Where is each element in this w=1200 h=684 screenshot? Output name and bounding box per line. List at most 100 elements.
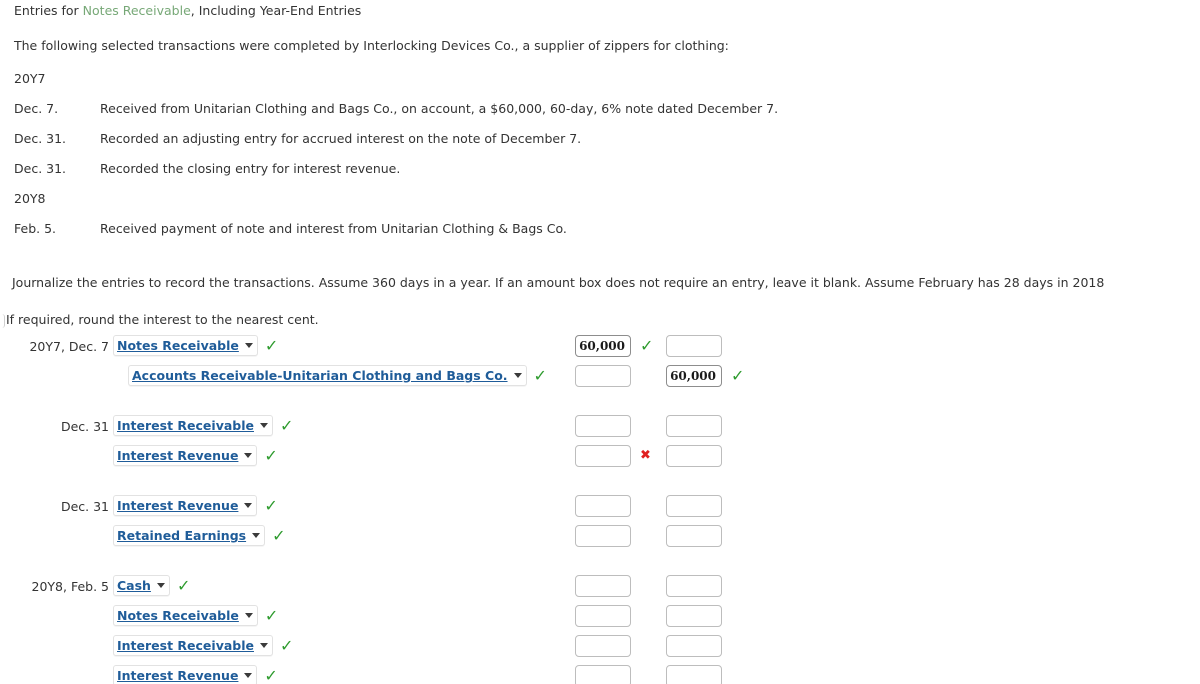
chevron-down-icon	[252, 533, 261, 538]
journal-entry-date: Dec. 31	[60, 419, 109, 434]
account-select[interactable]: Interest Revenue	[113, 445, 258, 466]
account-select-label: Interest Revenue	[117, 498, 239, 513]
transaction-date: Dec. 31.	[14, 131, 67, 146]
chevron-down-icon	[259, 643, 268, 648]
account-correct-check-icon: ✓	[176, 576, 191, 595]
account-select[interactable]: Notes Receivable	[113, 335, 258, 356]
chevron-down-icon	[244, 613, 253, 618]
problem-page: Entries for Notes Receivable, Including …	[0, 0, 1200, 684]
journal-entry-row: Interest Revenue ✓	[0, 665, 1200, 684]
debit-amount-input[interactable]	[575, 525, 631, 547]
instruction-secondary: If required, round the interest to the n…	[6, 312, 319, 327]
transaction-date: Dec. 31.	[14, 161, 67, 176]
credit-amount-input[interactable]	[666, 445, 722, 467]
debit-amount-input[interactable]	[575, 635, 631, 657]
transaction-description: Recorded the closing entry for interest …	[100, 161, 401, 176]
transaction-row: Dec. 31. Recorded an adjusting entry for …	[14, 131, 581, 146]
chevron-down-icon	[244, 343, 253, 348]
account-correct-check-icon: ✓	[264, 446, 278, 465]
account-select[interactable]: Interest Receivable	[113, 415, 273, 436]
year-label-20Y7: 20Y7	[14, 71, 46, 86]
account-select[interactable]: Accounts Receivable-Unitarian Clothing a…	[128, 365, 527, 386]
account-correct-check-icon: ✓	[279, 636, 294, 655]
account-select-label: Cash	[117, 578, 151, 593]
account-correct-check-icon: ✓	[264, 496, 278, 515]
journal-entry-date: Dec. 31	[60, 499, 109, 514]
chevron-down-icon	[244, 503, 253, 508]
journal-entry-row: Accounts Receivable-Unitarian Clothing a…	[0, 365, 1200, 395]
account-select-label: Notes Receivable	[117, 338, 239, 353]
credit-amount-input[interactable]	[666, 575, 722, 597]
account-correct-check-icon: ✓	[279, 416, 294, 435]
account-correct-check-icon: ✓	[264, 666, 278, 684]
account-select[interactable]: Notes Receivable	[113, 605, 258, 626]
credit-correct-check-icon: ✓	[731, 366, 745, 385]
account-correct-check-icon: ✓	[533, 366, 547, 385]
journal-entry-row: 20Y8, Feb. 5 Cash ✓	[0, 575, 1200, 605]
credit-amount-input[interactable]	[666, 525, 722, 547]
credit-amount-input[interactable]	[666, 415, 722, 437]
instruction-primary: Journalize the entries to record the tra…	[12, 275, 1105, 290]
account-select-label: Interest Revenue	[117, 448, 239, 463]
transaction-description: Received payment of note and interest fr…	[100, 221, 567, 236]
journal-entry-date: 20Y8, Feb. 5	[31, 579, 109, 594]
page-title-highlight: Notes Receivable	[82, 3, 191, 18]
journal-entry-date: 20Y7, Dec. 7	[29, 339, 109, 354]
chevron-down-icon	[259, 423, 268, 428]
debit-amount-input[interactable]	[575, 575, 631, 597]
credit-amount-input[interactable]	[666, 605, 722, 627]
account-select-label: Accounts Receivable-Unitarian Clothing a…	[132, 368, 508, 383]
account-select-label: Notes Receivable	[117, 608, 239, 623]
journal-entry-row: Interest Revenue ✓ ✖	[0, 445, 1200, 475]
chevron-down-icon	[513, 373, 522, 378]
credit-amount-input[interactable]	[666, 665, 722, 684]
journal-entry-row: Retained Earnings ✓	[0, 525, 1200, 555]
journal-entry-row: Interest Receivable ✓	[0, 635, 1200, 665]
account-select-label: Interest Receivable	[117, 418, 254, 433]
debit-correct-check-icon: ✓	[640, 336, 654, 355]
transaction-description: Received from Unitarian Clothing and Bag…	[100, 101, 779, 116]
transaction-description: Recorded an adjusting entry for accrued …	[100, 131, 582, 146]
account-correct-check-icon: ✓	[272, 526, 286, 545]
transaction-date: Feb. 5.	[14, 221, 57, 236]
transaction-row: Dec. 7. Received from Unitarian Clothing …	[14, 101, 778, 116]
transaction-row: Dec. 31. Recorded the closing entry for i…	[14, 161, 400, 176]
journal-entry-row: Dec. 31 Interest Revenue ✓	[0, 495, 1200, 525]
account-select[interactable]: Interest Revenue	[113, 665, 258, 684]
debit-incorrect-cross-icon: ✖	[640, 448, 651, 463]
account-correct-check-icon: ✓	[264, 336, 279, 355]
debit-amount-input[interactable]	[575, 415, 631, 437]
debit-amount-input[interactable]	[575, 605, 631, 627]
credit-amount-input[interactable]	[666, 335, 722, 357]
account-select[interactable]: Retained Earnings	[113, 525, 266, 546]
transaction-row: Feb. 5. Received payment of note and inte…	[14, 221, 567, 236]
account-select-label: Retained Earnings	[117, 528, 247, 543]
scroll-edge-artifact	[0, 314, 5, 328]
journal-entry-row: Dec. 31 Interest Receivable ✓	[0, 415, 1200, 445]
credit-amount-input[interactable]	[666, 635, 722, 657]
journal-entry-row: Notes Receivable ✓	[0, 605, 1200, 635]
chevron-down-icon	[244, 453, 253, 458]
chevron-down-icon	[244, 673, 253, 678]
chevron-down-icon	[156, 583, 165, 588]
account-correct-check-icon: ✓	[264, 606, 279, 625]
debit-amount-input[interactable]	[575, 445, 631, 467]
page-title-post: , Including Year-End Entries	[190, 3, 362, 18]
debit-amount-input[interactable]	[575, 335, 631, 357]
account-select[interactable]: Cash	[113, 575, 170, 596]
page-title: Entries for Notes Receivable, Including …	[14, 3, 361, 18]
page-title-pre: Entries for	[14, 3, 83, 18]
credit-amount-input[interactable]	[666, 495, 722, 517]
debit-amount-input[interactable]	[575, 365, 631, 387]
account-select[interactable]: Interest Revenue	[113, 495, 258, 516]
account-select[interactable]: Interest Receivable	[113, 635, 273, 656]
credit-amount-input[interactable]	[666, 365, 722, 387]
debit-amount-input[interactable]	[575, 495, 631, 517]
problem-statement: The following selected transactions were…	[14, 38, 729, 53]
debit-amount-input[interactable]	[575, 665, 631, 684]
transaction-date: Dec. 7.	[14, 101, 59, 116]
account-select-label: Interest Receivable	[117, 638, 254, 653]
account-select-label: Interest Revenue	[117, 668, 239, 683]
year-label-20Y8: 20Y8	[14, 191, 46, 206]
journal-entry-row: 20Y7, Dec. 7 Notes Receivable ✓ ✓	[0, 335, 1200, 365]
